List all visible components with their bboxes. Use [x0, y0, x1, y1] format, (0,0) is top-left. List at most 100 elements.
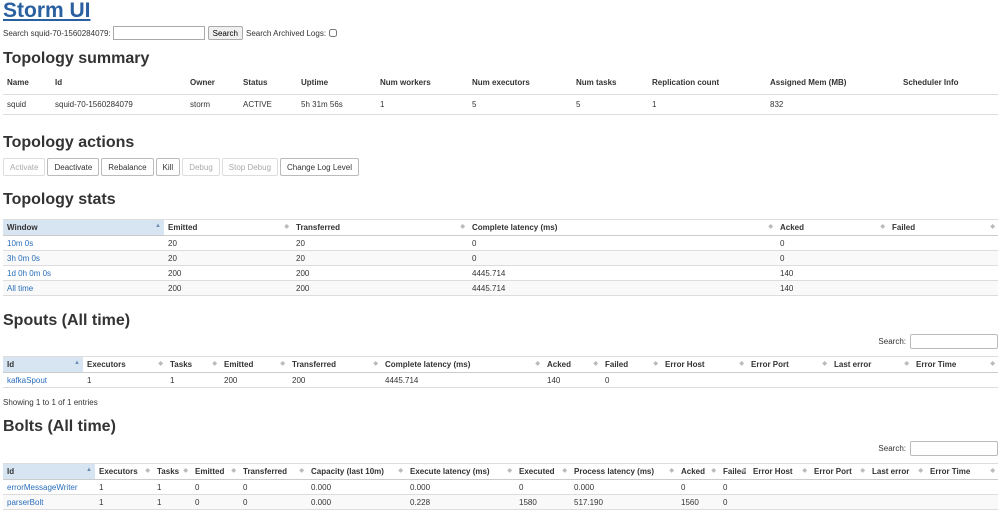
- deactivate-button[interactable]: Deactivate: [47, 158, 100, 176]
- sort-icon: ◆: [460, 224, 465, 230]
- spouts-header-error-host[interactable]: Error Host ◆: [661, 356, 747, 373]
- sort-icon: ◆: [373, 361, 378, 367]
- bolt-acked: 1560: [677, 494, 719, 510]
- bolt-id-link[interactable]: parserBolt: [3, 494, 95, 510]
- spouts-header-complete-latency-label: Complete latency (ms): [385, 360, 471, 369]
- summary-header-uptime: Uptime: [297, 72, 376, 95]
- stats-header-failed[interactable]: Failed ◆: [888, 219, 998, 236]
- rebalance-button[interactable]: Rebalance: [101, 158, 154, 176]
- stats-window-link[interactable]: 1d 0h 0m 0s: [3, 265, 164, 281]
- sort-asc-icon: ▲: [86, 467, 92, 473]
- stats-row: All time 200 200 4445.714 140: [3, 280, 998, 296]
- summary-cell-status: ACTIVE: [239, 94, 297, 115]
- spouts-header-last-error-label: Last error: [834, 360, 872, 369]
- spout-error-time: [912, 372, 998, 388]
- bolts-header-emitted[interactable]: Emitted ◆: [191, 463, 239, 480]
- bolts-header-capacity[interactable]: Capacity (last 10m) ◆: [307, 463, 406, 480]
- sort-icon: ◆: [880, 224, 885, 230]
- spouts-header-transferred[interactable]: Transferred ◆: [288, 356, 381, 373]
- spouts-header-error-port-label: Error Port: [751, 360, 789, 369]
- stats-failed: [888, 280, 998, 296]
- app-title[interactable]: Storm UI: [3, 0, 91, 23]
- summary-cell-name: squid: [3, 94, 51, 115]
- bolts-header-tasks[interactable]: Tasks ◆: [153, 463, 191, 480]
- change-log-level-button[interactable]: Change Log Level: [280, 158, 359, 176]
- bolts-header-last-error[interactable]: Last error ◆: [868, 463, 926, 480]
- stats-header-transferred[interactable]: Transferred ◆: [292, 219, 468, 236]
- sort-icon: ◆: [212, 361, 217, 367]
- kill-button[interactable]: Kill: [155, 158, 181, 176]
- bolt-execute-latency: 0.000: [406, 479, 515, 495]
- sort-icon: ◆: [990, 224, 995, 230]
- search-button[interactable]: Search: [207, 26, 243, 40]
- search-input[interactable]: [112, 26, 205, 40]
- bolts-header-execute-latency[interactable]: Execute latency (ms) ◆: [406, 463, 515, 480]
- summary-header-num-tasks: Num tasks: [572, 72, 648, 95]
- spouts-header-emitted[interactable]: Emitted ◆: [220, 356, 288, 373]
- spouts-search-input[interactable]: [910, 334, 998, 349]
- spout-id-link[interactable]: kafkaSpout: [3, 372, 83, 388]
- summary-header-row: Name Id Owner Status Uptime Num workers …: [3, 72, 998, 95]
- spouts-header-last-error[interactable]: Last error ◆: [830, 356, 912, 373]
- stats-window-link[interactable]: 3h 0m 0s: [3, 250, 164, 266]
- spouts-header-error-time[interactable]: Error Time ◆: [912, 356, 998, 373]
- stats-window-link[interactable]: All time: [3, 280, 164, 296]
- stats-header-window[interactable]: Window ▲: [3, 219, 164, 236]
- stats-row: 10m 0s 20 20 0 0: [3, 235, 998, 251]
- spout-executors: 1: [83, 372, 166, 388]
- spout-complete-latency: 4445.714: [381, 372, 543, 388]
- bolts-header-error-time[interactable]: Error Time ◆: [926, 463, 998, 480]
- sort-icon: ◆: [562, 468, 567, 474]
- stats-emitted: 200: [164, 265, 292, 281]
- bolts-header-transferred-label: Transferred: [243, 467, 288, 476]
- bolts-search-input[interactable]: [910, 441, 998, 456]
- summary-cell-num-tasks: 5: [572, 94, 648, 115]
- spouts-header-failed[interactable]: Failed ◆: [601, 356, 661, 373]
- bolt-error-host: [749, 494, 810, 510]
- summary-cell-num-executors: 5: [468, 94, 572, 115]
- stats-acked: 140: [776, 265, 888, 281]
- sort-icon: ◆: [398, 468, 403, 474]
- bolts-header-failed[interactable]: Failed ◆: [719, 463, 749, 480]
- spouts-header-executors[interactable]: Executors ◆: [83, 356, 166, 373]
- bolts-header-id[interactable]: Id ▲: [3, 463, 95, 480]
- bolt-executed: 1580: [515, 494, 570, 510]
- debug-button: Debug: [182, 158, 220, 176]
- spouts-header-tasks[interactable]: Tasks ◆: [166, 356, 220, 373]
- bolt-id-link[interactable]: errorMessageWriter: [3, 479, 95, 495]
- bolts-header-executors[interactable]: Executors ◆: [95, 463, 153, 480]
- sort-icon: ◆: [990, 468, 995, 474]
- bolts-header-executed[interactable]: Executed ◆: [515, 463, 570, 480]
- bolts-table: Id ▲ Executors ◆ Tasks ◆ Emitted ◆ Transferr…: [3, 463, 998, 510]
- bolts-header-error-port[interactable]: Error Port ◆: [810, 463, 868, 480]
- bolts-header-process-latency-label: Process latency (ms): [574, 467, 655, 476]
- bolts-search-label: Search:: [878, 444, 906, 453]
- stats-header-emitted-label: Emitted: [168, 223, 198, 232]
- stats-transferred: 20: [292, 250, 468, 266]
- sort-icon: ◆: [535, 361, 540, 367]
- summary-cell-replication-count: 1: [648, 94, 766, 115]
- sort-icon: ◆: [904, 361, 909, 367]
- stats-window-link[interactable]: 10m 0s: [3, 235, 164, 251]
- bolts-header-error-host[interactable]: Error Host ◆: [749, 463, 810, 480]
- bolt-transferred: 0: [239, 479, 307, 495]
- spouts-header-acked[interactable]: Acked ◆: [543, 356, 601, 373]
- stats-transferred: 200: [292, 265, 468, 281]
- spout-transferred: 200: [288, 372, 381, 388]
- spouts-header-id[interactable]: Id ▲: [3, 356, 83, 373]
- summary-header-scheduler-info: Scheduler Info: [899, 72, 998, 95]
- stats-header-complete-latency[interactable]: Complete latency (ms) ◆: [468, 219, 776, 236]
- bolts-header-process-latency[interactable]: Process latency (ms) ◆: [570, 463, 677, 480]
- stats-header-emitted[interactable]: Emitted ◆: [164, 219, 292, 236]
- topology-actions-title: Topology actions: [3, 134, 135, 151]
- spouts-header-id-label: Id: [7, 360, 15, 369]
- spouts-header-complete-latency[interactable]: Complete latency (ms) ◆: [381, 356, 543, 373]
- stats-acked: 140: [776, 280, 888, 296]
- stats-header-acked[interactable]: Acked ◆: [776, 219, 888, 236]
- bolts-header-acked[interactable]: Acked ◆: [677, 463, 719, 480]
- search-archived-logs-checkbox[interactable]: [329, 29, 338, 37]
- bolts-header-acked-label: Acked: [681, 467, 706, 476]
- bolts-header-transferred[interactable]: Transferred ◆: [239, 463, 307, 480]
- summary-cell-assigned-mem: 832: [766, 94, 899, 115]
- spouts-header-error-port[interactable]: Error Port ◆: [747, 356, 830, 373]
